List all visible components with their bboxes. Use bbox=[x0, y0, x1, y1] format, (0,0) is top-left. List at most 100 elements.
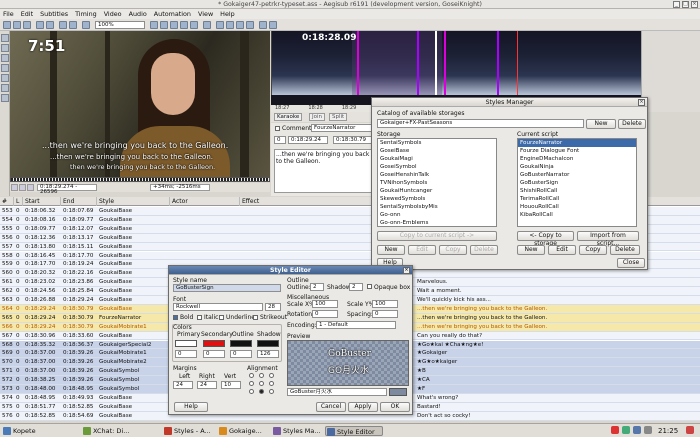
preview-text-field[interactable]: GoBuster月火水 bbox=[287, 388, 387, 396]
font-size-field[interactable]: 28 bbox=[265, 303, 281, 311]
current-script-list-item[interactable]: TerimaRollCall bbox=[518, 195, 636, 203]
audio-controls-panel[interactable] bbox=[641, 31, 700, 112]
find-icon[interactable] bbox=[236, 21, 244, 29]
outline-alpha-field[interactable]: 0 bbox=[230, 350, 252, 358]
style-editor-cancel-button[interactable]: Cancel bbox=[316, 402, 346, 412]
opaque-box-checkbox[interactable] bbox=[367, 284, 372, 289]
storage-list-item[interactable]: GoukaiMagi bbox=[378, 155, 496, 163]
style-manager-icon[interactable] bbox=[160, 21, 168, 29]
taskbar-item[interactable]: Kopete bbox=[2, 426, 60, 436]
alignment-radio[interactable] bbox=[269, 373, 274, 378]
current-new-button[interactable]: New bbox=[517, 245, 545, 255]
current-script-list-item[interactable]: FourzeNarrator bbox=[518, 139, 636, 147]
current-script-list[interactable]: FourzeNarrator Fourze Dialogue Font Engine… bbox=[517, 138, 637, 227]
scale-x-field[interactable]: 100 bbox=[312, 300, 338, 308]
storage-list-item[interactable]: SentaiSymbols bbox=[378, 139, 496, 147]
tray-network-icon[interactable] bbox=[622, 426, 630, 434]
col-layer[interactable]: L bbox=[14, 197, 23, 206]
timing-postprocess-icon[interactable] bbox=[216, 21, 224, 29]
outline-color-button[interactable] bbox=[230, 340, 252, 347]
tray-battery-icon[interactable] bbox=[644, 426, 652, 434]
col-end[interactable]: End bbox=[61, 197, 97, 206]
secondary-color-button[interactable] bbox=[203, 340, 225, 347]
style-select[interactable]: FourzeNarrator bbox=[311, 124, 375, 132]
menu-timing[interactable]: Timing bbox=[75, 9, 97, 19]
alignment-radio[interactable] bbox=[249, 373, 254, 378]
style-editor-ok-button[interactable]: OK bbox=[380, 402, 410, 412]
col-style[interactable]: Style bbox=[97, 197, 170, 206]
menu-edit[interactable]: Edit bbox=[21, 9, 33, 19]
subtitle-text-area[interactable]: ...then we're bringing you back to the G… bbox=[274, 149, 376, 193]
save-icon[interactable] bbox=[23, 21, 31, 29]
zoom-icon[interactable] bbox=[82, 21, 90, 29]
shadow-alpha-field[interactable]: 126 bbox=[257, 350, 279, 358]
storage-list-item[interactable]: GoseiHenshinTalk bbox=[378, 171, 496, 179]
current-script-list-item[interactable]: ShishiRollCall bbox=[518, 187, 636, 195]
scale-tool-icon[interactable] bbox=[1, 74, 9, 82]
font-select[interactable]: Rockwell bbox=[173, 303, 263, 311]
margin-right-field[interactable]: 24 bbox=[197, 381, 217, 389]
storage-list-item[interactable]: Go-onn bbox=[378, 211, 496, 219]
menu-video[interactable]: Video bbox=[104, 9, 122, 19]
redo-icon[interactable] bbox=[69, 21, 77, 29]
alignment-radio[interactable] bbox=[259, 389, 264, 394]
video-time-field[interactable]: 0:18:29.274 - 26596 bbox=[37, 184, 97, 195]
start-time-field[interactable]: 0:18:29.24 bbox=[288, 136, 328, 144]
style-editor-apply-button[interactable]: Apply bbox=[348, 402, 378, 412]
stop-icon[interactable] bbox=[27, 184, 34, 191]
alignment-radio[interactable] bbox=[259, 373, 264, 378]
power-icon[interactable] bbox=[686, 426, 694, 434]
open-file-icon[interactable] bbox=[13, 21, 21, 29]
current-delete-button[interactable]: Delete bbox=[610, 245, 640, 255]
copy-to-current-button[interactable]: Copy to current script -> bbox=[377, 231, 497, 241]
properties-icon[interactable] bbox=[170, 21, 178, 29]
menu-automation[interactable]: Automation bbox=[154, 9, 191, 19]
close-icon[interactable]: × bbox=[403, 267, 410, 274]
replace-icon[interactable] bbox=[246, 21, 254, 29]
margin-left-field[interactable]: 24 bbox=[173, 381, 193, 389]
styles-manager-close-button[interactable]: Close bbox=[617, 258, 645, 268]
menu-audio[interactable]: Audio bbox=[129, 9, 147, 19]
current-edit-button[interactable]: Edit bbox=[548, 245, 576, 255]
underline-checkbox[interactable] bbox=[219, 315, 224, 320]
encoding-select[interactable]: 1 - Default bbox=[316, 321, 396, 329]
storage-list-item[interactable]: GoukaiHuntcanger bbox=[378, 187, 496, 195]
shadow-depth-field[interactable]: 2 bbox=[349, 283, 363, 291]
storage-list-item[interactable]: SkewedSymbols bbox=[378, 195, 496, 203]
style-editor-help-button[interactable]: Help bbox=[174, 402, 208, 412]
storage-list[interactable]: SentaiSymbols GoseiBase GoukaiMagi GoseiSym… bbox=[377, 138, 497, 227]
catalog-select[interactable]: Gokaiger+FX-PastSeasons bbox=[377, 119, 584, 128]
scale-y-field[interactable]: 100 bbox=[372, 300, 398, 308]
fonts-collector-icon[interactable] bbox=[190, 21, 198, 29]
current-script-list-item[interactable]: GoBusterSign bbox=[518, 179, 636, 187]
italic-checkbox[interactable] bbox=[197, 315, 202, 320]
alignment-radio[interactable] bbox=[259, 381, 264, 386]
storage-list-item[interactable]: Go-onn-Emblems bbox=[378, 219, 496, 226]
play-icon[interactable] bbox=[11, 184, 18, 191]
current-script-list-item[interactable]: Fourze Dialogue Font bbox=[518, 147, 636, 155]
catalog-new-button[interactable]: New bbox=[586, 119, 616, 129]
storage-edit-button[interactable]: Edit bbox=[408, 245, 436, 255]
alignment-radio[interactable] bbox=[269, 389, 274, 394]
col-number[interactable]: # bbox=[0, 197, 14, 206]
standard-tool-icon[interactable] bbox=[1, 34, 9, 42]
catalog-delete-button[interactable]: Delete bbox=[618, 119, 646, 129]
current-script-list-item[interactable]: GoukaiNinja bbox=[518, 163, 636, 171]
taskbar-item[interactable]: Styles Ma... bbox=[272, 426, 324, 436]
rotate-xy-tool-icon[interactable] bbox=[1, 64, 9, 72]
bold-checkbox[interactable] bbox=[173, 315, 178, 320]
zoom-select[interactable]: 100% bbox=[95, 21, 145, 29]
secondary-alpha-field[interactable]: 0 bbox=[203, 350, 225, 358]
primary-alpha-field[interactable]: 0 bbox=[175, 350, 197, 358]
current-script-list-item[interactable]: EngineDMachalcon bbox=[518, 155, 636, 163]
taskbar-item[interactable]: Style Editor bbox=[325, 426, 383, 436]
storage-copy-button[interactable]: Copy bbox=[439, 245, 467, 255]
strikeout-checkbox[interactable] bbox=[253, 315, 258, 320]
automation-icon[interactable] bbox=[203, 21, 211, 29]
menu-help[interactable]: Help bbox=[220, 9, 235, 19]
comment-checkbox[interactable] bbox=[275, 126, 280, 131]
storage-list-item[interactable]: TVNihonSymbols bbox=[378, 179, 496, 187]
end-time-field[interactable]: 0:18:30.79 bbox=[333, 136, 373, 144]
attachments-icon[interactable] bbox=[180, 21, 188, 29]
current-script-list-item[interactable]: HououRollCall bbox=[518, 203, 636, 211]
